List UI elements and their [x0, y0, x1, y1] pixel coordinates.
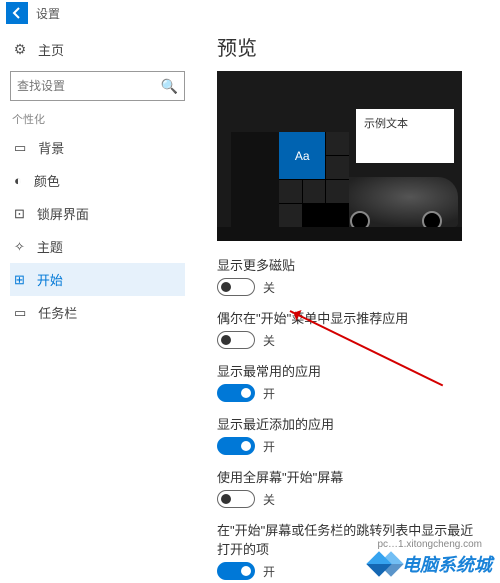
search-input[interactable]: [17, 79, 157, 93]
toggle-state: 开: [263, 563, 275, 580]
theme-icon: ✧: [14, 239, 25, 255]
setting-group: 使用全屏幕"开始"屏幕关: [217, 467, 482, 508]
sidebar-item-background[interactable]: ▭ 背景: [10, 131, 185, 164]
sidebar-item-themes[interactable]: ✧ 主题: [10, 230, 185, 263]
sidebar-item-label: 任务栏: [38, 303, 77, 322]
toggle-state: 关: [263, 332, 275, 349]
setting-label: 显示更多磁贴: [217, 255, 482, 274]
sidebar-item-label: 背景: [38, 138, 64, 157]
main-content: 预览 示例文本 Aa 显示更多磁贴关偶尔在"开始"菜单中显示推荐应用关显示最常用…: [195, 26, 500, 583]
back-button[interactable]: [6, 2, 28, 24]
sidebar-item-label: 锁屏界面: [37, 204, 89, 223]
setting-group: 显示最常用的应用开: [217, 361, 482, 402]
toggle-switch[interactable]: [217, 562, 255, 580]
setting-label: 显示最近添加的应用: [217, 414, 482, 433]
watermark: pc…1.xitongcheng.com 电脑系统城: [370, 551, 492, 577]
sidebar-section-label: 个性化: [12, 111, 185, 127]
toggle-switch[interactable]: [217, 384, 255, 402]
search-box[interactable]: 🔍: [10, 71, 185, 101]
toggle-switch[interactable]: [217, 278, 255, 296]
watermark-sub: pc…1.xitongcheng.com: [377, 539, 482, 550]
toggle-switch[interactable]: [217, 437, 255, 455]
picture-icon: ▭: [14, 140, 26, 156]
taskbar-icon: ▭: [14, 305, 26, 321]
sidebar-item-taskbar[interactable]: ▭ 任务栏: [10, 296, 185, 329]
app-title: 设置: [36, 5, 60, 22]
sidebar-item-label: 颜色: [34, 171, 60, 190]
lock-screen-icon: ⊡: [14, 206, 25, 222]
preview-start-menu: Aa: [231, 132, 349, 227]
toggle-state: 开: [263, 385, 275, 402]
toggle-switch[interactable]: [217, 331, 255, 349]
page-title: 预览: [217, 32, 482, 61]
sidebar-item-colors[interactable]: ◐ 颜色: [10, 164, 185, 197]
sidebar-home[interactable]: ⚙ 主页: [10, 34, 185, 65]
toggle-state: 开: [263, 438, 275, 455]
search-icon: 🔍: [161, 78, 178, 95]
sidebar-item-lockscreen[interactable]: ⊡ 锁屏界面: [10, 197, 185, 230]
setting-label: 使用全屏幕"开始"屏幕: [217, 467, 482, 486]
start-icon: ⊞: [14, 272, 25, 288]
sidebar-item-label: 主题: [37, 237, 63, 256]
toggle-switch[interactable]: [217, 490, 255, 508]
toggle-state: 关: [263, 279, 275, 296]
preview-pane: 示例文本 Aa: [217, 71, 462, 241]
sidebar-home-label: 主页: [38, 40, 64, 59]
sidebar: ⚙ 主页 🔍 个性化 ▭ 背景 ◐ 颜色 ⊡ 锁屏界面 ✧ 主题 ⊞ 开始 ▭: [0, 26, 195, 583]
preview-tile: Aa: [279, 132, 325, 179]
setting-label: 偶尔在"开始"菜单中显示推荐应用: [217, 308, 482, 327]
watermark-text: 电脑系统城: [402, 551, 492, 577]
sidebar-item-label: 开始: [37, 270, 63, 289]
color-icon: ◐: [14, 173, 22, 188]
gear-icon: ⚙: [12, 41, 28, 58]
preview-window: 示例文本: [356, 109, 454, 163]
setting-group: 偶尔在"开始"菜单中显示推荐应用关: [217, 308, 482, 349]
setting-group: 显示更多磁贴关: [217, 255, 482, 296]
sidebar-item-start[interactable]: ⊞ 开始: [10, 263, 185, 296]
preview-taskbar: [217, 227, 462, 241]
setting-label: 显示最常用的应用: [217, 361, 482, 380]
toggle-state: 关: [263, 491, 275, 508]
setting-group: 显示最近添加的应用开: [217, 414, 482, 455]
